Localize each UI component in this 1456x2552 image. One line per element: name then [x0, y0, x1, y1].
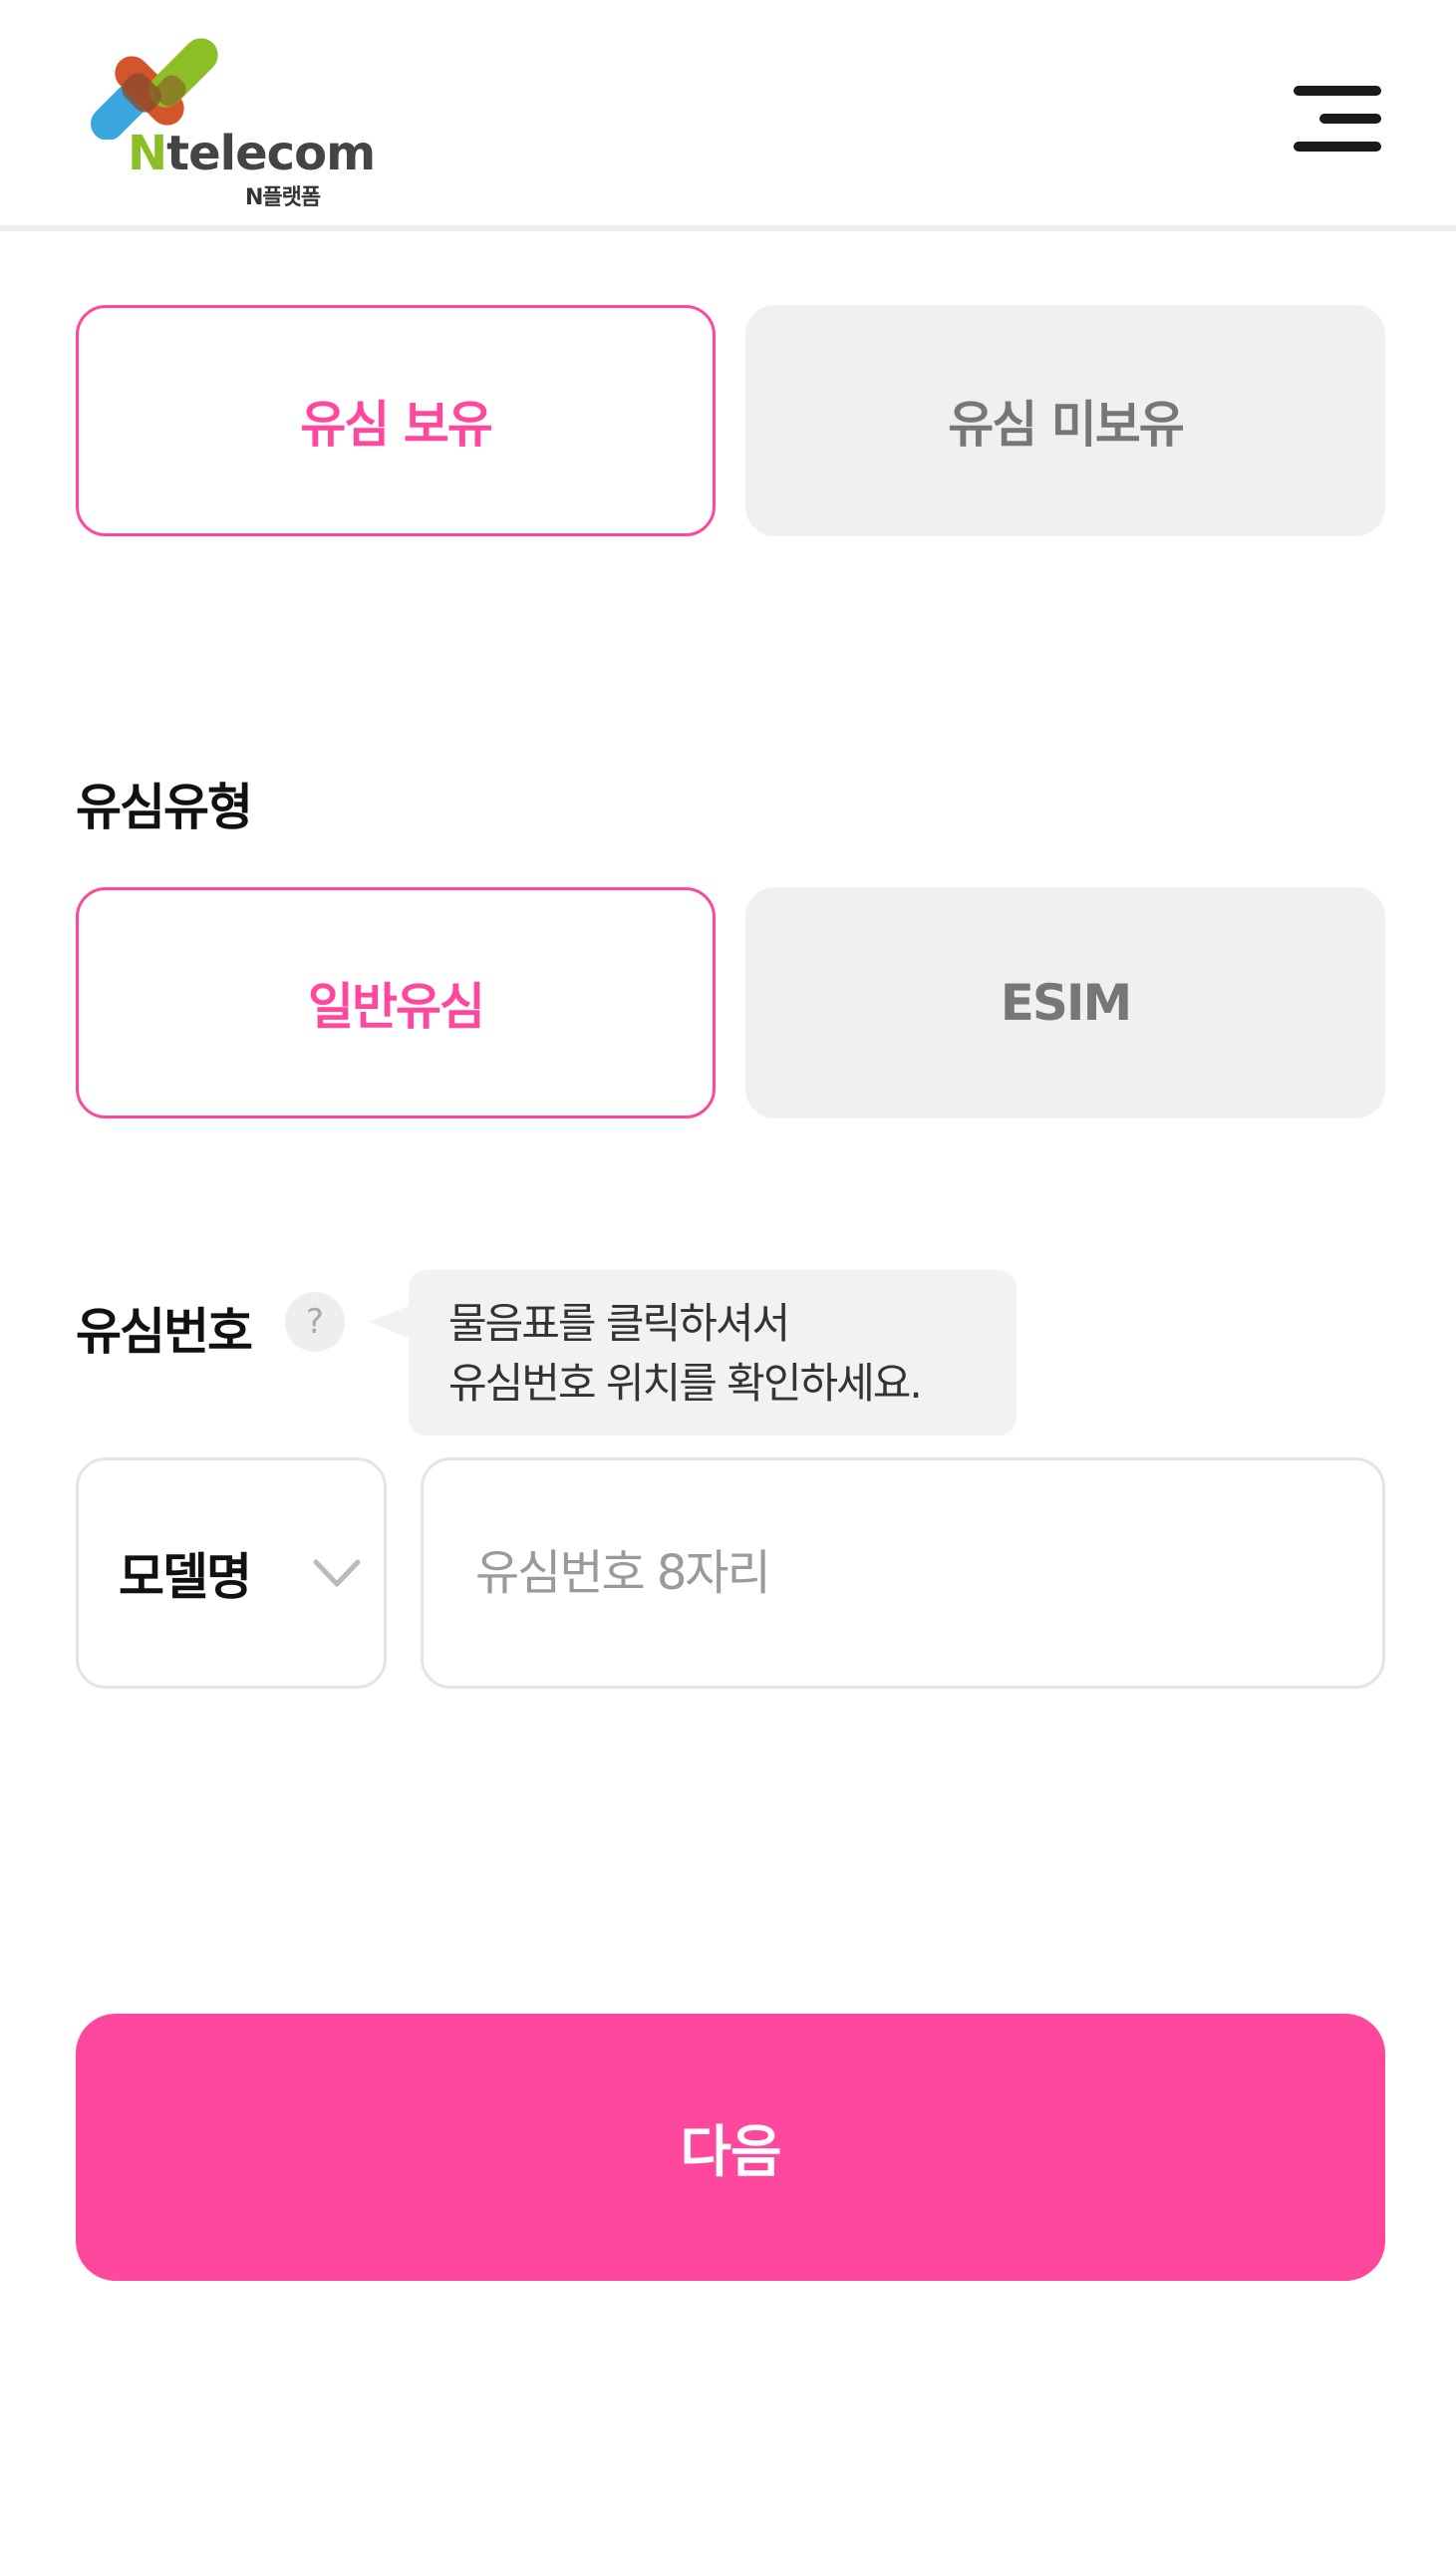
- sim-number-input[interactable]: [421, 1457, 1385, 1689]
- logo-mark-icon: [91, 38, 218, 140]
- ntelecom-logo[interactable]: Ntelecom N플랫폼: [82, 30, 381, 210]
- sim-not-owned-button[interactable]: 유심 미보유: [745, 305, 1385, 536]
- sim-not-owned-label: 유심 미보유: [948, 396, 1184, 454]
- esim-button[interactable]: ESIM: [745, 887, 1385, 1118]
- hamburger-menu-icon[interactable]: [1286, 80, 1381, 160]
- header: Ntelecom N플랫폼: [0, 0, 1456, 231]
- regular-sim-label: 일반유심: [308, 978, 485, 1036]
- sim-number-heading: 유심번호: [76, 1303, 253, 1361]
- logo-subtitle: N플랫폼: [245, 185, 321, 210]
- model-select-value: 모델명: [119, 1548, 252, 1606]
- sim-number-tooltip: 물음표를 클릭하셔서 유심번호 위치를 확인하세요.: [369, 1270, 1017, 1436]
- model-select[interactable]: 모델명: [76, 1457, 387, 1689]
- logo-wordmark: Ntelecom: [128, 126, 376, 181]
- chevron-down-icon: [313, 1559, 361, 1587]
- sim-owned-button[interactable]: 유심 보유: [76, 305, 716, 536]
- tooltip-line-1: 물음표를 클릭하셔서: [448, 1299, 790, 1348]
- next-button-label: 다음: [680, 2119, 781, 2185]
- regular-sim-button[interactable]: 일반유심: [76, 887, 716, 1118]
- next-button[interactable]: 다음: [76, 2014, 1385, 2281]
- esim-label: ESIM: [1000, 974, 1133, 1032]
- tooltip-line-2: 유심번호 위치를 확인하세요.: [448, 1359, 923, 1408]
- sim-owned-label: 유심 보유: [300, 396, 492, 454]
- sim-registration-page: Ntelecom N플랫폼 유심 보유 유심 미보유 유심유형 일반유심 ESI…: [0, 0, 1456, 2552]
- sim-type-heading: 유심유형: [76, 779, 253, 836]
- question-mark-icon[interactable]: ?: [285, 1292, 345, 1352]
